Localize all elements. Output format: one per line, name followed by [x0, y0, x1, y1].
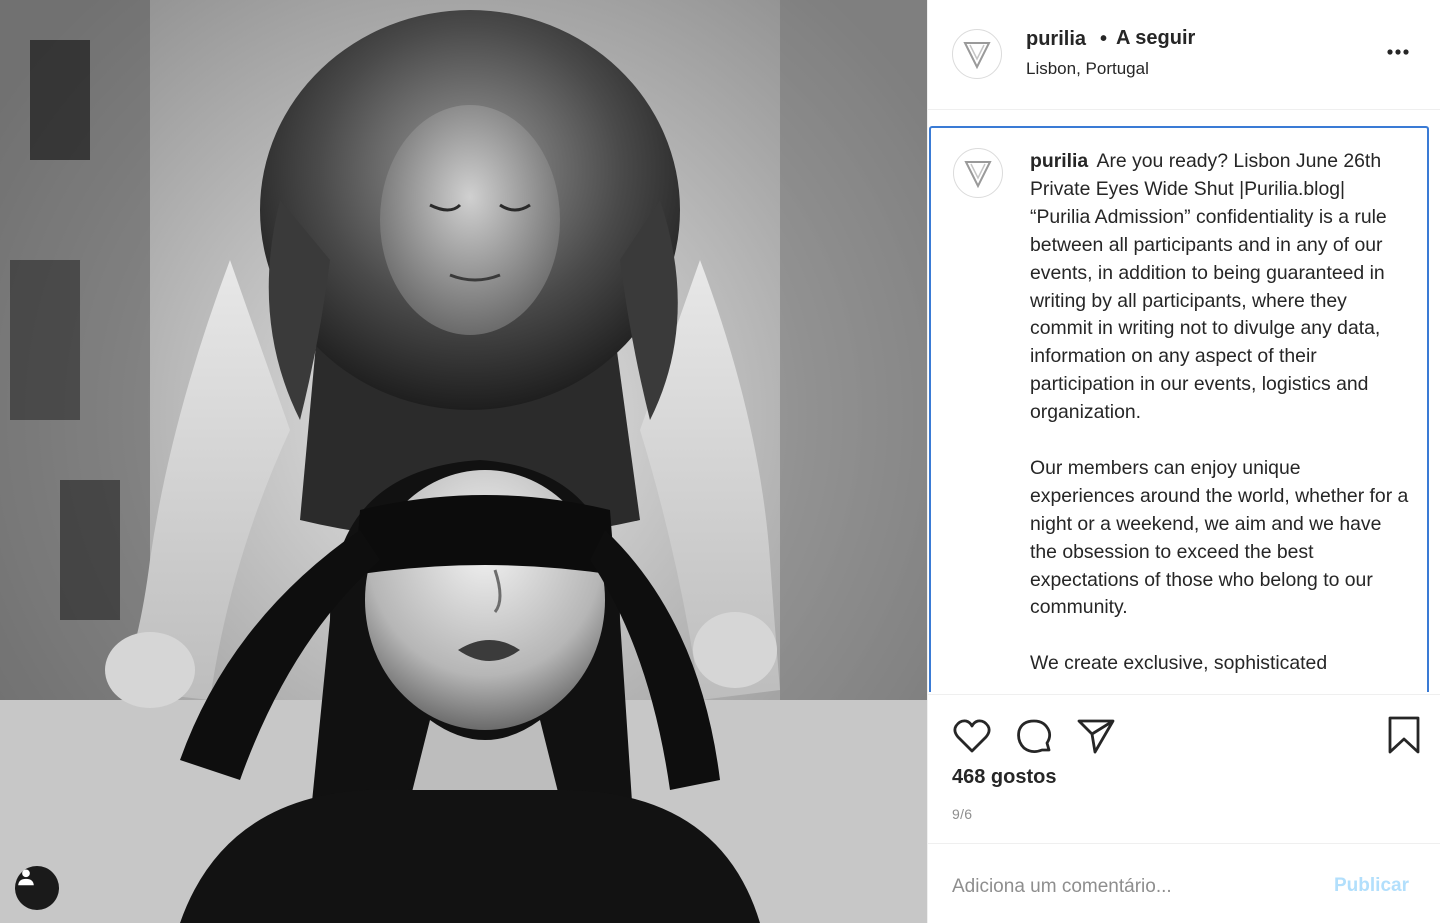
user-tag-button[interactable]: [15, 866, 59, 910]
post-side-panel: purilia • A seguir Lisbon, Portugal puri…: [927, 0, 1440, 923]
comment-button[interactable]: [1014, 717, 1054, 762]
heart-icon: [953, 719, 991, 753]
publish-button[interactable]: Publicar: [1334, 875, 1409, 897]
post-location[interactable]: Lisbon, Portugal: [1026, 59, 1149, 79]
like-button[interactable]: [952, 717, 992, 760]
comment-bar: Publicar: [928, 843, 1440, 923]
caption-username[interactable]: purilia: [1030, 150, 1088, 172]
separator-dot: •: [1100, 28, 1108, 50]
caption-text: purilia Are you ready? Lisbon June 26th …: [1030, 148, 1410, 692]
comment-bubble-icon: [1017, 719, 1052, 753]
caption-section[interactable]: purilia Are you ready? Lisbon June 26th …: [929, 126, 1429, 692]
profile-avatar[interactable]: [952, 29, 1002, 79]
likes-count[interactable]: 468 gostos: [952, 766, 1056, 789]
post-header: purilia • A seguir Lisbon, Portugal: [928, 0, 1440, 110]
share-button[interactable]: [1076, 717, 1116, 760]
post-actions: [928, 694, 1440, 774]
instagram-post: purilia • A seguir Lisbon, Portugal puri…: [0, 0, 1440, 923]
paper-plane-icon: [1077, 719, 1115, 754]
save-button[interactable]: [1386, 715, 1422, 760]
caption-paragraph: We create exclusive, sophisticated: [1030, 652, 1328, 675]
header-username[interactable]: purilia: [1026, 28, 1086, 51]
purilia-logo-icon: [963, 42, 991, 70]
post-photo[interactable]: [0, 0, 927, 923]
post-date[interactable]: 9/6: [952, 806, 972, 822]
bookmark-icon: [1388, 716, 1420, 754]
purilia-logo-icon: [964, 161, 992, 189]
more-options-button[interactable]: [1384, 42, 1414, 62]
caption-paragraph-text: Are you ready? Lisbon June 26th Private …: [1030, 150, 1387, 424]
comment-input[interactable]: [952, 874, 1312, 900]
following-button[interactable]: A seguir: [1116, 27, 1195, 50]
caption-paragraph: Our members can enjoy unique experiences…: [1030, 456, 1409, 619]
user-tag-icon: [18, 869, 34, 886]
caption-paragraph: purilia Are you ready? Lisbon June 26th …: [1030, 148, 1410, 427]
caption-avatar[interactable]: [953, 148, 1003, 198]
photo-illustration: [0, 0, 927, 923]
more-options-icon: [1387, 49, 1409, 55]
